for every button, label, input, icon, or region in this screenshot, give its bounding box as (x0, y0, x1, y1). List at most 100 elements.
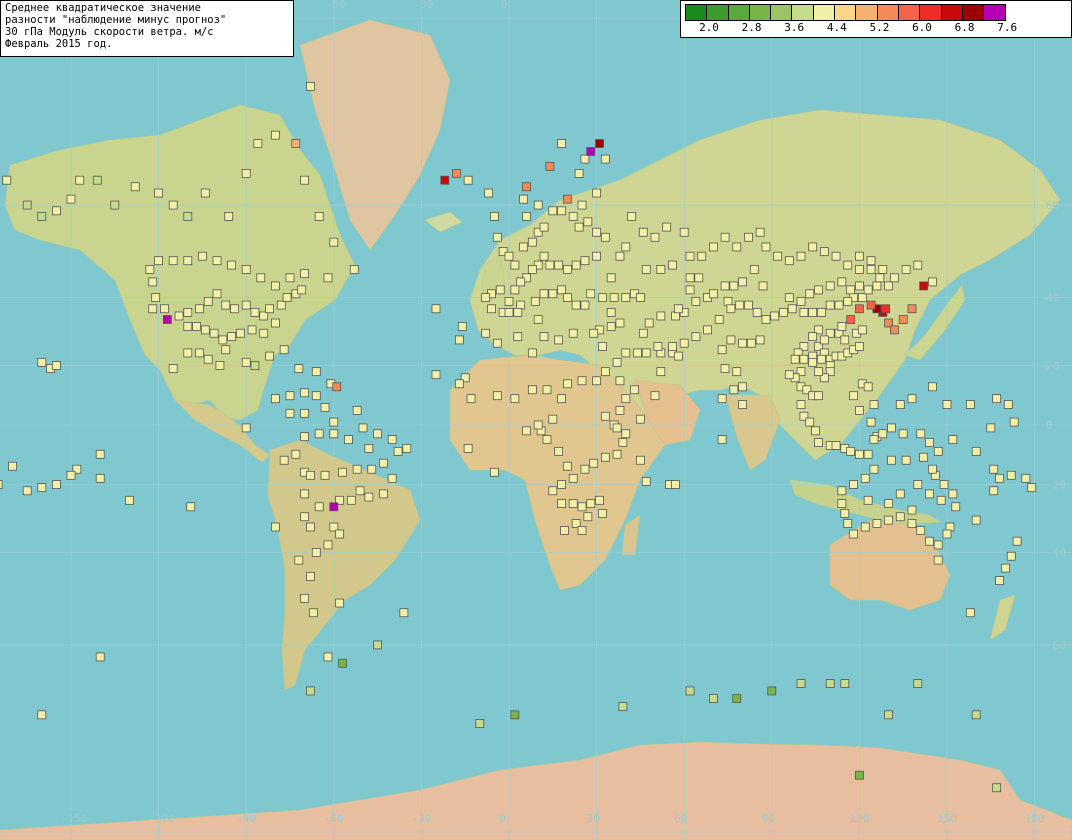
station-marker (580, 154, 590, 164)
station-marker (936, 495, 946, 505)
station-marker (270, 522, 280, 532)
station-marker (563, 379, 572, 389)
station-marker (212, 256, 222, 266)
station-marker (796, 251, 806, 261)
station-marker (849, 391, 858, 401)
station-marker (241, 423, 251, 433)
station-marker (679, 338, 689, 348)
station-marker (241, 169, 251, 178)
station-marker (814, 367, 823, 377)
station-marker (720, 232, 730, 242)
station-marker (916, 429, 926, 439)
station-marker (37, 710, 47, 720)
station-marker (717, 394, 727, 404)
station-marker (492, 338, 502, 348)
station-marker (577, 502, 587, 512)
station-marker (942, 400, 952, 409)
station-marker (595, 139, 604, 148)
station-marker (615, 318, 625, 328)
station-marker (338, 467, 347, 477)
station-marker (627, 211, 637, 221)
station-marker (583, 217, 593, 227)
station-marker (752, 307, 762, 317)
station-marker (571, 260, 581, 270)
legend-label: 7.6 (997, 21, 1018, 34)
lon-tick-label: -60 (324, 812, 344, 825)
station-marker (527, 385, 537, 395)
station-marker (481, 328, 491, 338)
station-marker (0, 480, 3, 489)
station-marker (495, 285, 505, 295)
legend-swatch (749, 5, 772, 20)
station-marker (729, 385, 739, 395)
station-marker (291, 139, 301, 148)
station-marker (887, 455, 896, 465)
station-marker (563, 293, 572, 302)
station-marker (186, 502, 196, 512)
station-marker (694, 273, 704, 283)
station-marker (808, 357, 818, 367)
station-marker (901, 455, 911, 465)
station-marker (633, 348, 642, 358)
legend-swatch (920, 5, 942, 20)
station-marker (837, 277, 847, 287)
station-marker (279, 345, 289, 355)
station-marker (554, 260, 564, 270)
station-marker (399, 608, 409, 618)
lon-tick-label: -30 (411, 812, 431, 825)
station-marker (668, 342, 677, 351)
station-marker (761, 242, 771, 252)
station-marker (300, 512, 310, 522)
station-marker (621, 429, 631, 439)
station-marker (755, 335, 765, 345)
lon-tick-label: 60 (674, 812, 687, 825)
station-marker (641, 265, 651, 274)
station-marker (837, 322, 847, 331)
station-marker (174, 311, 184, 321)
station-marker (431, 304, 441, 314)
station-marker (489, 211, 499, 221)
station-marker (504, 296, 514, 306)
station-marker (744, 232, 753, 242)
station-marker (691, 296, 701, 306)
station-marker (270, 394, 280, 404)
station-marker (200, 188, 210, 198)
station-marker (306, 571, 315, 581)
station-marker (311, 367, 321, 377)
station-marker (638, 328, 648, 338)
station-marker (151, 293, 161, 302)
station-marker (846, 315, 856, 324)
station-marker (857, 293, 867, 302)
station-marker (925, 536, 934, 546)
station-marker (484, 188, 493, 198)
station-marker (709, 242, 718, 252)
station-marker (621, 394, 631, 404)
station-marker (887, 423, 896, 433)
station-marker (1009, 417, 1019, 427)
station-marker (995, 576, 1004, 585)
station-marker (773, 251, 783, 261)
station-marker (606, 307, 616, 317)
station-marker (787, 304, 797, 314)
station-marker (352, 464, 362, 474)
station-marker (589, 458, 599, 468)
station-marker (837, 486, 847, 496)
station-marker (919, 452, 929, 462)
station-marker (636, 414, 645, 424)
station-marker (869, 435, 879, 444)
station-marker (819, 335, 829, 345)
station-marker (154, 188, 164, 198)
station-marker (300, 489, 310, 499)
station-marker (270, 130, 280, 140)
legend-swatches (685, 4, 1007, 21)
station-marker (992, 394, 1002, 404)
station-marker (37, 211, 47, 221)
station-marker (901, 265, 911, 274)
station-marker (183, 256, 193, 266)
station-marker (306, 470, 315, 480)
station-marker (875, 273, 885, 283)
station-marker (563, 265, 572, 274)
station-marker (621, 293, 631, 302)
station-marker (574, 222, 584, 232)
station-marker (720, 364, 730, 373)
